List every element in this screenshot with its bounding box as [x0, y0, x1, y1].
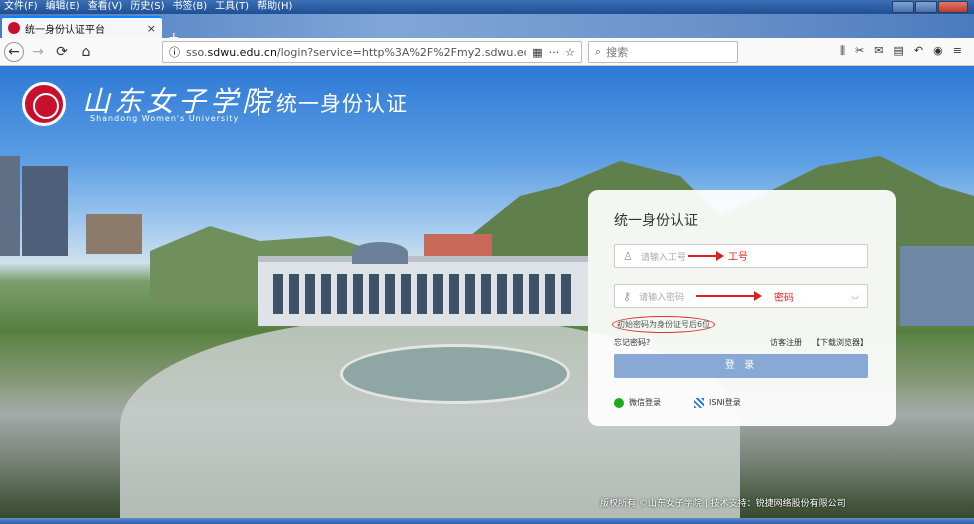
isni-login-label: ISNI登录 — [709, 398, 741, 407]
menu-view[interactable]: 查看(V) — [84, 0, 127, 14]
undo-icon[interactable]: ↶ — [914, 44, 923, 58]
annotation-arrow — [688, 251, 724, 261]
minimize-button[interactable] — [892, 1, 914, 13]
menu-tools[interactable]: 工具(T) — [211, 0, 253, 14]
tower-building — [22, 166, 68, 256]
menu-history[interactable]: 历史(S) — [126, 0, 168, 14]
url-bar[interactable]: ⓘ sso.sdwu.edu.cn/login?service=http%3A%… — [162, 41, 582, 63]
menu-file[interactable]: 文件(F) — [0, 0, 42, 14]
bookmark-star-icon[interactable]: ☆ — [565, 46, 575, 59]
tab-title: 统一身份认证平台 — [25, 24, 105, 36]
sidebar-icon[interactable]: ▤ — [894, 44, 904, 58]
url-path: /login?service=http%3A%2F%2Fmy2.sdwu.ed — [276, 45, 527, 59]
tab-strip: 统一身份认证平台 × + — [0, 14, 974, 46]
search-input[interactable]: ⌕ 搜索 — [588, 41, 738, 63]
menu-edit[interactable]: 编辑(E) — [42, 0, 84, 14]
username-annotation: 工号 — [728, 252, 748, 263]
forward-button[interactable]: → — [28, 42, 48, 62]
account-icon[interactable]: ◉ — [933, 44, 943, 58]
close-window-button[interactable] — [938, 1, 968, 13]
isni-icon — [694, 397, 704, 408]
building — [86, 214, 142, 254]
login-page: 山东女子学院 Shandong Women's University 统一身份认… — [0, 66, 974, 524]
main-hall-building — [258, 256, 588, 326]
building — [424, 234, 492, 256]
login-button[interactable]: 登 录 — [614, 354, 868, 378]
url-domain: sdwu.edu.cn — [207, 45, 277, 59]
search-icon: ⌕ — [595, 45, 602, 58]
taskbar — [0, 518, 974, 524]
reload-button[interactable]: ⟳ — [52, 42, 72, 62]
university-logo-icon — [22, 82, 66, 126]
download-browser-link[interactable]: 【下载浏览器】 — [812, 337, 868, 348]
password-hint: 初始密码为身份证号后6位 — [612, 316, 716, 333]
school-name-en: Shandong Women's University — [90, 114, 240, 123]
password-placeholder: 请输入密码 — [639, 292, 685, 303]
tab-active[interactable]: 统一身份认证平台 × — [2, 16, 162, 38]
visitor-register-link[interactable]: 访客注册 — [770, 337, 802, 348]
site-favicon-icon — [8, 22, 20, 34]
divider — [258, 88, 259, 116]
tower-building — [0, 156, 20, 256]
forgot-password-link[interactable]: 忘记密码? — [614, 337, 650, 348]
wechat-login-button[interactable]: 微信登录 — [614, 397, 661, 408]
key-icon: ⚷ — [623, 289, 632, 303]
home-button[interactable]: ⌂ — [76, 42, 96, 62]
menu-icon[interactable]: ≡ — [953, 44, 962, 58]
show-password-icon[interactable]: ◡ — [851, 291, 859, 301]
screenshot-icon[interactable]: ✂ — [855, 44, 864, 58]
tab-close-icon[interactable]: × — [147, 22, 156, 35]
login-title: 统一身份认证 — [614, 213, 698, 229]
site-info-icon[interactable]: ⓘ — [169, 44, 180, 60]
page-actions-button[interactable]: ··· — [549, 46, 560, 59]
url-text[interactable]: sso.sdwu.edu.cn/login?service=http%3A%2F… — [186, 46, 526, 59]
window-controls — [892, 1, 968, 13]
menu-help[interactable]: 帮助(H) — [253, 0, 296, 14]
username-placeholder: 请输入工号 — [640, 252, 686, 263]
qr-code-icon[interactable]: ▦ — [532, 46, 542, 59]
annotation-arrow — [696, 291, 762, 301]
password-annotation: 密码 — [774, 293, 794, 304]
isni-login-button[interactable]: ISNI登录 — [694, 397, 741, 408]
fountain-pond — [340, 344, 570, 404]
dome — [352, 242, 408, 264]
copyright-footer: 版权所有 ©山东女子学院 | 技术支持：锐捷网络股份有限公司 — [600, 499, 846, 509]
maximize-button[interactable] — [915, 1, 937, 13]
user-icon: ♙ — [623, 249, 633, 263]
building — [900, 246, 974, 326]
back-button[interactable]: ← — [4, 42, 24, 62]
search-placeholder: 搜索 — [606, 46, 629, 59]
wechat-login-label: 微信登录 — [629, 398, 661, 407]
url-prefix: sso. — [186, 45, 208, 59]
menu-bar: 文件(F) 编辑(E) 查看(V) 历史(S) 书签(B) 工具(T) 帮助(H… — [0, 0, 974, 14]
toolbar-icons: ⫼ ✂ ✉ ▤ ↶ ◉ ≡ — [840, 44, 962, 58]
wechat-icon — [614, 397, 624, 408]
navigation-bar: ← → ⟳ ⌂ ⓘ sso.sdwu.edu.cn/login?service=… — [0, 38, 974, 66]
menu-bookmarks[interactable]: 书签(B) — [169, 0, 212, 14]
chat-icon[interactable]: ✉ — [874, 44, 883, 58]
system-title: 统一身份认证 — [276, 92, 408, 116]
login-card: 统一身份认证 ♙ 请输入工号 工号 ⚷ 请输入密码 ◡ 密码 初始密码为身份证号… — [588, 190, 896, 426]
library-icon[interactable]: ⫼ — [840, 44, 845, 58]
